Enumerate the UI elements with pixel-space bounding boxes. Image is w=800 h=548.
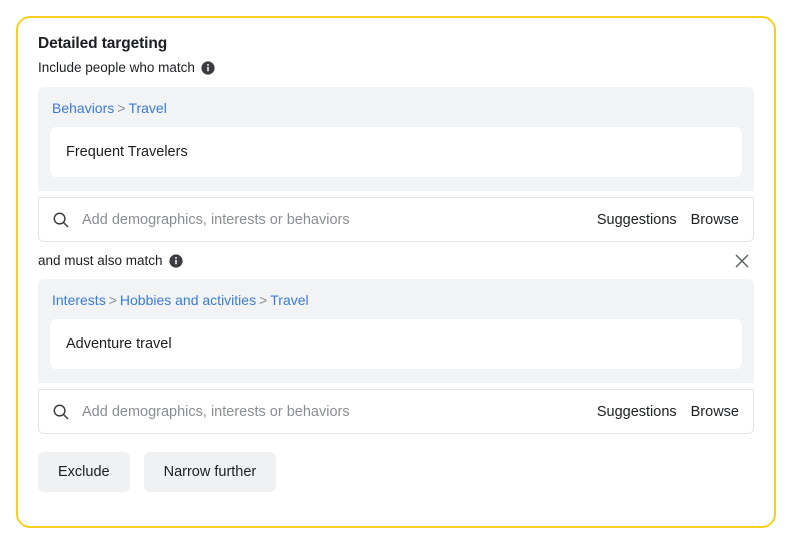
breadcrumb: Behaviors > Travel [52, 99, 742, 117]
search-icon [52, 211, 70, 229]
info-icon[interactable] [168, 254, 183, 268]
breadcrumb-separator: > [108, 292, 117, 308]
include-people-who-match-row: Include people who match [38, 59, 754, 77]
info-icon[interactable] [201, 61, 215, 75]
detailed-targeting-card: Detailed targeting Include people who ma… [16, 16, 776, 528]
action-button-row: Exclude Narrow further [38, 452, 754, 492]
search-input[interactable] [82, 403, 587, 420]
browse-button[interactable]: Browse [691, 212, 739, 228]
breadcrumb-link[interactable]: Travel [270, 292, 308, 308]
breadcrumb-link[interactable]: Interests [52, 292, 106, 308]
selected-targeting-chip[interactable]: Adventure travel [50, 319, 742, 369]
breadcrumb-link[interactable]: Hobbies and activities [120, 292, 256, 308]
breadcrumb: Interests > Hobbies and activities > Travel [52, 291, 742, 309]
breadcrumb-separator: > [259, 292, 268, 308]
breadcrumb-link[interactable]: Behaviors [52, 100, 114, 116]
card-content: Detailed targeting Include people who ma… [18, 18, 774, 492]
narrow-further-button[interactable]: Narrow further [143, 452, 277, 492]
close-icon[interactable] [732, 251, 752, 271]
targeting-search-row: Suggestions Browse [38, 197, 754, 242]
suggestions-button[interactable]: Suggestions [597, 212, 677, 228]
screenshot-canvas: Detailed targeting Include people who ma… [0, 0, 800, 548]
and-must-also-match-label: and must also match [38, 253, 163, 268]
selected-targeting-chip-label: Frequent Travelers [66, 144, 188, 160]
search-actions: Suggestions Browse [597, 404, 739, 420]
breadcrumb-separator: > [117, 100, 126, 116]
targeting-group: Interests > Hobbies and activities > Travel … [38, 279, 754, 434]
suggestions-button[interactable]: Suggestions [597, 404, 677, 420]
browse-button[interactable]: Browse [691, 404, 739, 420]
breadcrumb-link[interactable]: Travel [128, 100, 166, 116]
search-icon [52, 403, 70, 421]
targeting-group-panel: Interests > Hobbies and activities > Travel … [38, 279, 754, 383]
page-title: Detailed targeting [38, 35, 168, 52]
include-people-who-match-label: Include people who match [38, 60, 195, 75]
search-actions: Suggestions Browse [597, 212, 739, 228]
and-must-also-match-row: and must also match [38, 251, 754, 271]
exclude-button[interactable]: Exclude [38, 452, 130, 492]
search-input[interactable] [82, 211, 587, 228]
and-must-also-match-left: and must also match [38, 252, 183, 270]
targeting-group-panel: Behaviors > Travel Frequent Travelers [38, 87, 754, 191]
targeting-group: Behaviors > Travel Frequent Travelers Ad… [38, 87, 754, 242]
selected-targeting-chip-label: Adventure travel [66, 336, 172, 352]
targeting-search-row: Suggestions Browse [38, 389, 754, 434]
selected-targeting-chip[interactable]: Frequent Travelers [50, 127, 742, 177]
